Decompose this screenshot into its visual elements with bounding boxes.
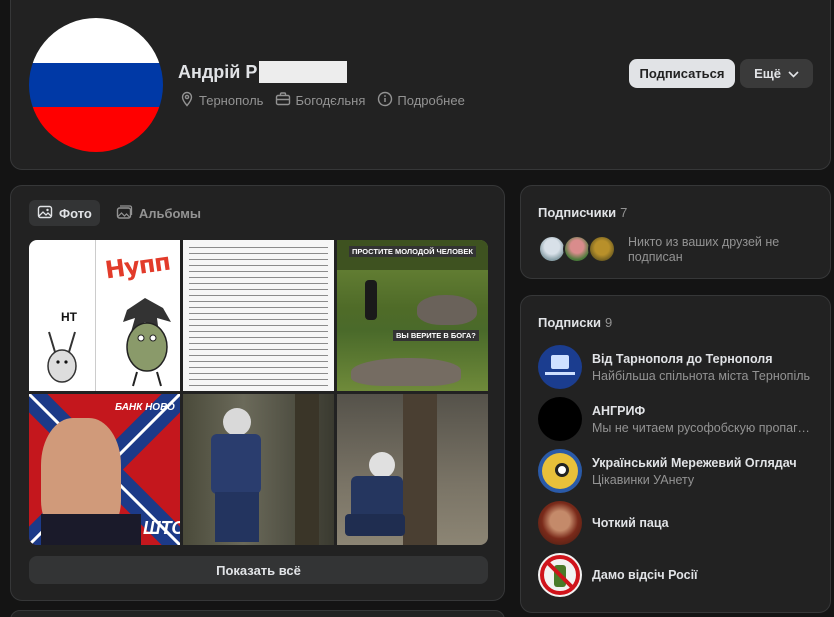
tab-albums[interactable]: Альбомы — [108, 200, 209, 226]
followers-title[interactable]: Подписчики 7 — [538, 205, 627, 220]
photo-thumbnail[interactable] — [183, 394, 334, 545]
more-button[interactable]: Ещё — [740, 59, 813, 88]
avatar — [538, 553, 582, 597]
subscription-name: Дамо відсіч Росії — [592, 568, 698, 582]
album-icon — [116, 204, 139, 223]
photo-caption: ПРОСТИТЕ МОЛОДОЙ ЧЕЛОВЕК — [349, 246, 476, 257]
photo-caption-2: ВЫ ВЕРИТЕ В БОГА? — [393, 330, 479, 341]
avatar — [588, 235, 616, 263]
meta-work-label: Богодєльня — [295, 93, 366, 108]
subscription-desc: Цікавинки УАнету — [592, 472, 695, 487]
prohibited-icon — [540, 555, 580, 595]
photo-thumbnail[interactable]: БАНК НОВО ШТО — [29, 394, 180, 545]
profile-meta: Тернополь Богодєльня Подробнее — [179, 91, 477, 110]
redaction-box — [259, 61, 348, 83]
profile-header: Андрій Р Тернополь Богодєльня Подробнее … — [10, 0, 831, 170]
followers-count: 7 — [620, 205, 628, 220]
photos-card: Фото Альбомы НТ Нупп ПРОСТИТЕ МОЛОДОЙ ЧЕ… — [10, 185, 505, 601]
tab-photos[interactable]: Фото — [29, 200, 100, 226]
chevron-down-icon — [788, 66, 799, 81]
follower-avatars[interactable] — [538, 235, 616, 263]
photo-grid: НТ Нупп ПРОСТИТЕ МОЛОДОЙ ЧЕЛОВЕК ВЫ ВЕРИ… — [29, 240, 488, 545]
subscriptions-count: 9 — [604, 315, 613, 330]
subscription-item[interactable]: Український Мережевий Оглядач Цікавинки … — [538, 449, 812, 493]
subscription-item[interactable]: Від Тарнополя до Тернополя Найбільша спі… — [538, 345, 812, 389]
meta-location[interactable]: Тернополь — [179, 91, 263, 110]
subscriptions-title-label: Подписки — [538, 315, 601, 330]
avatar — [538, 235, 566, 263]
subscriptions-card: Подписки 9 Від Тарнополя до Тернополя Най… — [520, 295, 831, 613]
subscription-desc: Найбільша спільнота міста Тернопіль — [592, 368, 811, 383]
subscriptions-title[interactable]: Подписки 9 — [538, 315, 612, 330]
profile-avatar[interactable] — [29, 18, 163, 152]
meta-location-label: Тернополь — [199, 93, 264, 108]
photo-caption-2: ШТО — [143, 518, 180, 538]
avatar — [538, 449, 582, 493]
meta-details[interactable]: Подробнее — [377, 91, 465, 110]
tab-photos-label: Фото — [59, 205, 92, 221]
subscription-name: Чоткий паца — [592, 516, 669, 530]
show-all-button[interactable]: Показать всё — [29, 556, 488, 584]
avatar — [538, 397, 582, 441]
tab-albums-label: Альбомы — [138, 205, 202, 221]
subscription-name: Український Мережевий Оглядач — [592, 455, 797, 470]
photo-thumbnail[interactable] — [337, 394, 488, 545]
subscription-item[interactable]: АНГРИФ Мы не читаем русофобскую пропаган… — [538, 397, 812, 441]
photo-thumbnail[interactable]: НТ Нупп — [29, 240, 180, 391]
next-card-edge — [10, 610, 505, 617]
meta-details-label: Подробнее — [397, 93, 465, 108]
photo-thumbnail[interactable] — [183, 240, 334, 391]
subscription-desc: Мы не читаем русофобскую пропаган... — [592, 420, 812, 435]
profile-name: Андрій Р — [178, 61, 258, 82]
subscription-item[interactable]: Дамо відсіч Росії — [538, 553, 812, 597]
photo-caption-2: Нупп — [103, 247, 172, 285]
followers-title-label: Подписчики — [538, 205, 617, 220]
followers-friends-text: Никто из ваших друзей не подписан — [628, 235, 780, 264]
subscribe-button[interactable]: Подписаться — [629, 59, 735, 88]
followers-card[interactable]: Подписчики 7 Никто из ваших друзей не под… — [520, 185, 831, 279]
location-pin-icon — [179, 91, 199, 110]
subscription-item[interactable]: Чоткий паца — [538, 501, 812, 545]
subscription-name: АНГРИФ — [592, 403, 646, 418]
meta-work[interactable]: Богодєльня — [275, 91, 365, 110]
avatar — [563, 235, 591, 263]
photo-icon — [37, 204, 59, 223]
avatar — [538, 345, 582, 389]
avatar — [538, 501, 582, 545]
photo-caption: НТ — [61, 310, 77, 324]
more-label: Ещё — [754, 66, 781, 81]
subscription-name: Від Тарнополя до Тернополя — [592, 351, 773, 366]
photo-thumbnail[interactable]: ПРОСТИТЕ МОЛОДОЙ ЧЕЛОВЕК ВЫ ВЕРИТЕ В БОГ… — [337, 240, 488, 391]
briefcase-icon — [275, 91, 295, 110]
info-icon — [377, 91, 397, 110]
photo-caption: БАНК НОВО — [115, 402, 175, 413]
